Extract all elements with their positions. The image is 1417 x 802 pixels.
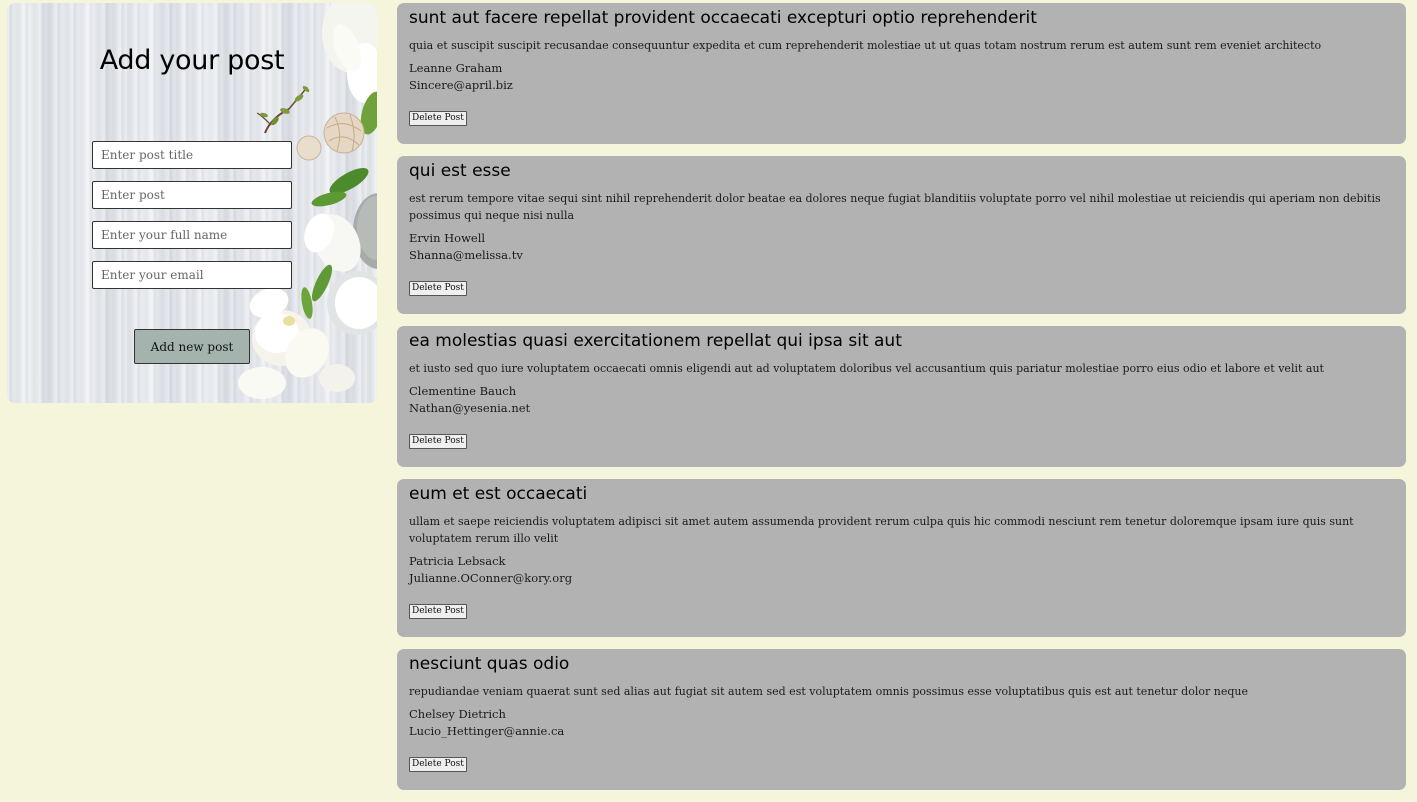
post-title-input[interactable] xyxy=(92,141,292,169)
post-author: Leanne Graham xyxy=(409,61,503,75)
full-name-input[interactable] xyxy=(92,221,292,249)
posts-list: sunt aut facere repellat provident occae… xyxy=(397,3,1406,802)
post-body-input[interactable] xyxy=(92,181,292,209)
post-body: est rerum tempore vitae sequi sint nihil… xyxy=(409,192,1381,222)
post-card: nesciunt quas odio repudiandae veniam qu… xyxy=(397,649,1406,790)
delete-post-button[interactable]: Delete Post xyxy=(409,604,467,619)
post-email: Nathan@yesenia.net xyxy=(409,401,531,415)
add-post-panel: Add your post Add new post xyxy=(7,3,377,403)
post-email: Shanna@melissa.tv xyxy=(409,248,523,262)
post-author: Patricia Lebsack xyxy=(409,554,506,568)
delete-post-button[interactable]: Delete Post xyxy=(409,757,467,772)
post-body: et iusto sed quo iure voluptatem occaeca… xyxy=(409,362,1324,375)
email-input[interactable] xyxy=(92,261,292,289)
form-title: Add your post xyxy=(99,45,285,76)
post-card: eum et est occaecati ullam et saepe reic… xyxy=(397,479,1406,637)
post-author: Clementine Bauch xyxy=(409,384,517,398)
add-new-post-button[interactable]: Add new post xyxy=(134,329,250,364)
delete-post-button[interactable]: Delete Post xyxy=(409,111,467,126)
post-body: quia et suscipit suscipit recusandae con… xyxy=(409,39,1322,52)
post-card: sunt aut facere repellat provident occae… xyxy=(397,3,1406,144)
post-author: Chelsey Dietrich xyxy=(409,707,506,721)
delete-post-button[interactable]: Delete Post xyxy=(409,434,467,449)
post-body: repudiandae veniam quaerat sunt sed alia… xyxy=(409,685,1248,698)
delete-post-button[interactable]: Delete Post xyxy=(409,281,467,296)
post-card: qui est esse est rerum tempore vitae seq… xyxy=(397,156,1406,314)
post-email: Lucio_Hettinger@annie.ca xyxy=(409,724,565,738)
post-email: Julianne.OConner@kory.org xyxy=(409,571,573,585)
post-title: ea molestias quasi exercitationem repell… xyxy=(409,331,902,351)
post-title: nesciunt quas odio xyxy=(409,654,570,674)
post-email: Sincere@april.biz xyxy=(409,78,513,92)
post-body: ullam et saepe reiciendis voluptatem adi… xyxy=(409,515,1354,545)
post-title: sunt aut facere repellat provident occae… xyxy=(409,8,1037,28)
post-card: ea molestias quasi exercitationem repell… xyxy=(397,326,1406,467)
post-title: qui est esse xyxy=(409,161,511,181)
post-title: eum et est occaecati xyxy=(409,484,588,504)
post-author: Ervin Howell xyxy=(409,231,486,245)
